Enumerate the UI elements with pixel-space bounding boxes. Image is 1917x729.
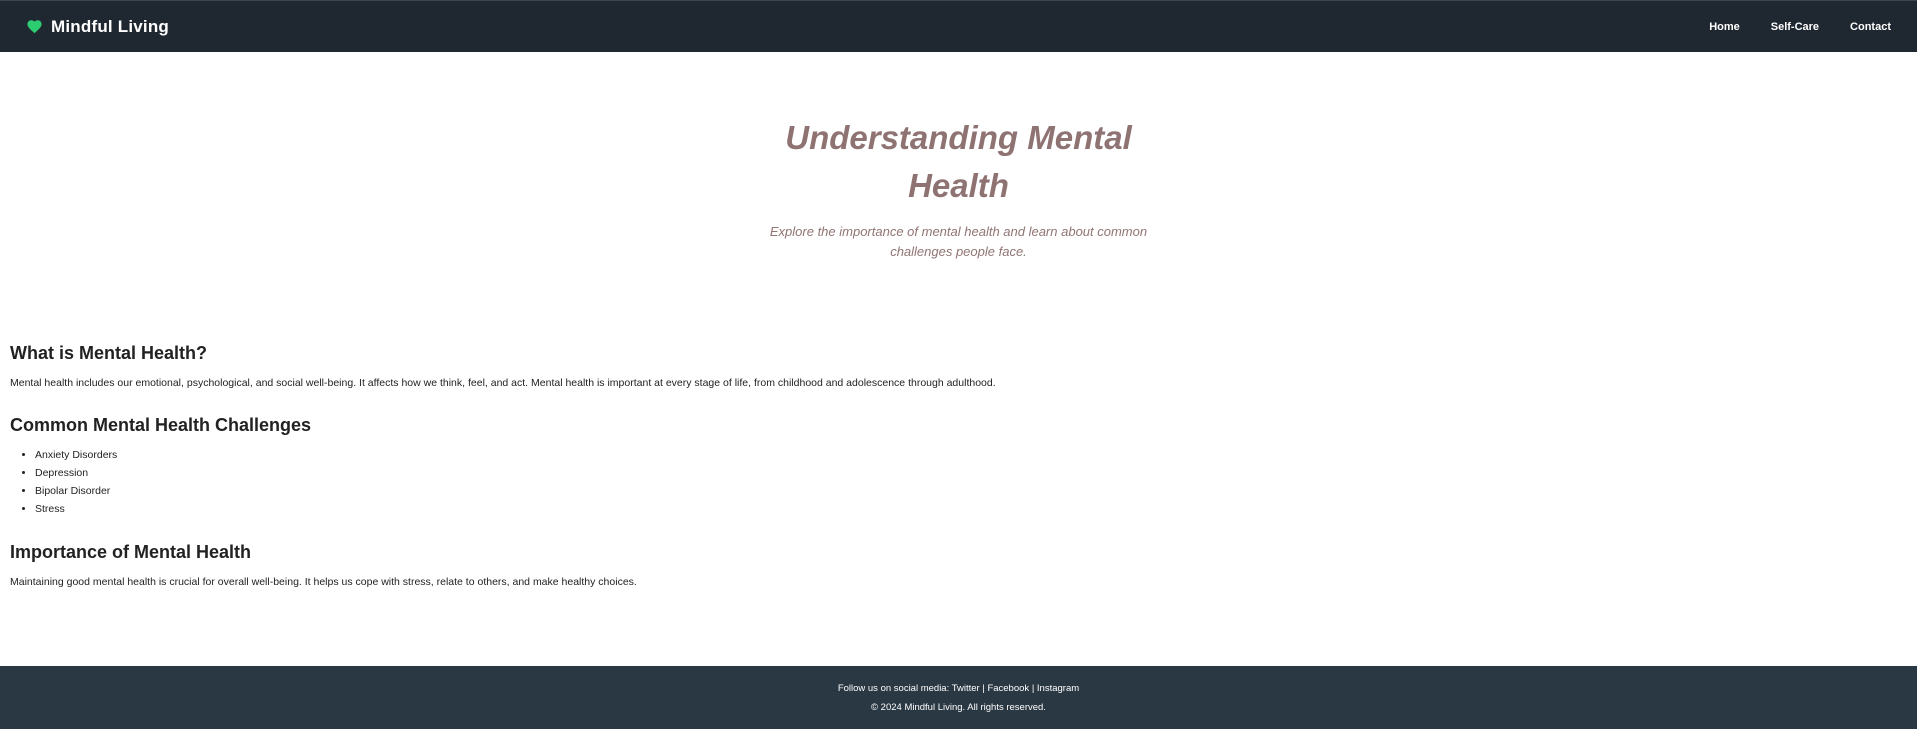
footer-separator: | bbox=[982, 683, 985, 694]
hero-title: Understanding Mental Health bbox=[785, 119, 1132, 204]
list-item: Depression bbox=[35, 464, 1410, 482]
section-text-what-is: Mental health includes our emotional, ps… bbox=[10, 377, 996, 389]
hero-subtitle: Explore the importance of mental health … bbox=[769, 224, 1148, 259]
section-text-importance: Maintaining good mental health is crucia… bbox=[10, 576, 637, 588]
footer-copyright: © 2024 Mindful Living. All rights reserv… bbox=[871, 702, 1046, 713]
navbar: Mindful Living Home Self-Care Contact bbox=[0, 0, 1917, 52]
footer-social: Follow us on social media: Twitter | Fac… bbox=[0, 683, 1917, 694]
main-nav: Home Self-Care Contact bbox=[1678, 21, 1891, 33]
section-heading-what-is: What is Mental Health? bbox=[10, 343, 208, 363]
instagram-link[interactable]: Instagram bbox=[1037, 683, 1079, 694]
section-heading-challenges: Common Mental Health Challenges bbox=[10, 415, 312, 435]
brand-name: Mindful Living bbox=[51, 16, 169, 36]
footer: Follow us on social media: Twitter | Fac… bbox=[0, 666, 1917, 729]
section-heading-importance: Importance of Mental Health bbox=[10, 542, 252, 562]
footer-separator: | bbox=[1031, 683, 1035, 694]
challenges-list: Anxiety Disorders Depression Bipolar Dis… bbox=[10, 446, 1410, 518]
hero: Understanding Mental Health Explore the … bbox=[0, 52, 1917, 292]
nav-contact-link[interactable]: Contact bbox=[1850, 21, 1891, 33]
list-item: Stress bbox=[35, 500, 1410, 518]
heart-icon bbox=[26, 18, 43, 35]
main-content: What is Mental Health? Mental health inc… bbox=[10, 336, 1410, 591]
footer-follow-text: Follow us on social media: bbox=[837, 683, 950, 694]
brand[interactable]: Mindful Living bbox=[26, 17, 169, 37]
twitter-link[interactable]: Twitter bbox=[952, 683, 980, 694]
list-item: Anxiety Disorders bbox=[35, 446, 1410, 464]
nav-self-care-link[interactable]: Self-Care bbox=[1771, 21, 1819, 33]
list-item: Bipolar Disorder bbox=[35, 482, 1410, 500]
nav-home-link[interactable]: Home bbox=[1709, 21, 1740, 33]
facebook-link[interactable]: Facebook bbox=[987, 683, 1029, 694]
